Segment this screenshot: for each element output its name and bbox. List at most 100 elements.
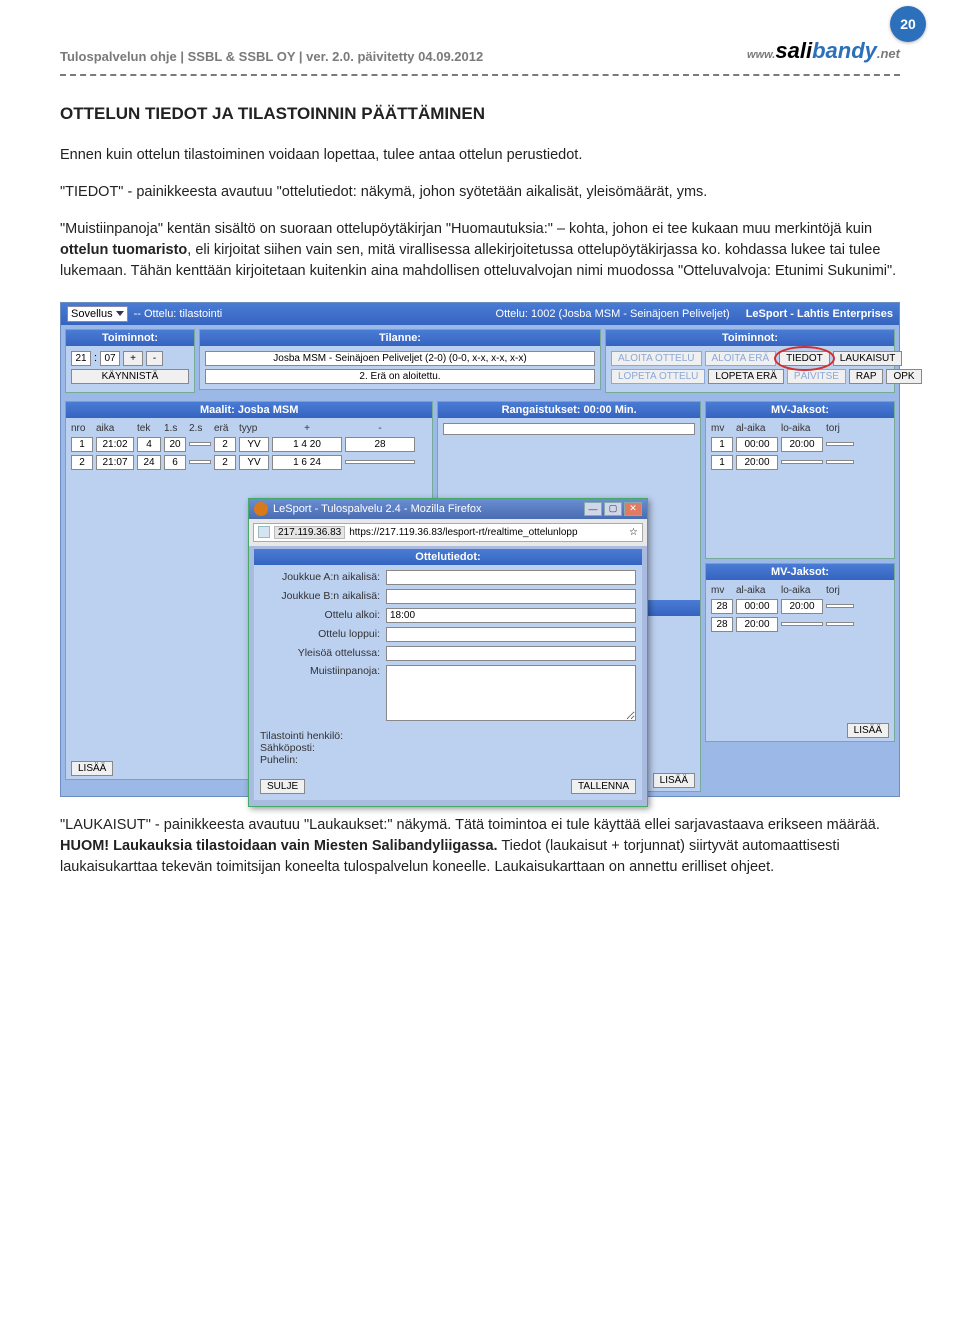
modal-urlbar[interactable]: 217.119.36.83 https://217.119.36.83/lesp…: [253, 523, 643, 542]
col-plus: +: [272, 423, 342, 434]
label-ottelu-loppui: Ottelu loppui:: [260, 628, 380, 640]
close-button[interactable]: ✕: [624, 502, 642, 516]
time-hours[interactable]: 21: [71, 351, 91, 366]
cell[interactable]: 28: [711, 599, 733, 614]
para3-bold: ottelun tuomaristo: [60, 242, 187, 258]
cell[interactable]: 1: [711, 455, 733, 470]
col-al: al-aika: [736, 423, 778, 434]
modal-close-button[interactable]: SULJE: [260, 779, 305, 794]
panel-tilanne: Tilanne: Josba MSM - Seinäjoen Pelivelje…: [199, 329, 601, 390]
cell[interactable]: [189, 442, 211, 446]
cell[interactable]: 21:07: [96, 455, 134, 470]
header-separator: [60, 74, 900, 76]
aloita-era-button[interactable]: ALOITA ERÄ: [705, 351, 777, 366]
start-button[interactable]: KÄYNNISTÄ: [71, 369, 189, 384]
lisaa-mv-button[interactable]: LISÄÄ: [847, 723, 889, 738]
col-minus: -: [345, 423, 415, 434]
para3-a: "Muistiinpanoja" kentän sisältö on suora…: [60, 221, 872, 237]
cell[interactable]: 2: [214, 455, 236, 470]
cell[interactable]: 2: [214, 437, 236, 452]
logo: www.salibandy.net: [747, 38, 900, 64]
app-screenshot: Sovellus -- Ottelu: tilastointi Ottelu: …: [0, 298, 960, 815]
time-minutes[interactable]: 07: [100, 351, 120, 366]
cell[interactable]: 28: [711, 617, 733, 632]
label-tilastointi-henkilo: Tilastointi henkilö:: [260, 730, 636, 742]
panel-head-mv: MV-Jaksot:: [706, 402, 894, 418]
lisaa-maalit-button[interactable]: LISÄÄ: [71, 761, 113, 776]
lopeta-era-button[interactable]: LOPETA ERÄ: [708, 369, 784, 384]
panel-head-tilanne: Tilanne:: [200, 330, 600, 346]
cell[interactable]: 20: [164, 437, 186, 452]
label-yleisoa: Yleisöä ottelussa:: [260, 647, 380, 659]
maalit-row: 1 21:02 4 20 2 YV 1 4 20 28: [71, 437, 427, 452]
col-nro: nro: [71, 423, 93, 434]
lisaa-rang-button[interactable]: LISÄÄ: [653, 773, 695, 788]
cell[interactable]: 6: [164, 455, 186, 470]
cell[interactable]: 20:00: [736, 617, 778, 632]
cell[interactable]: 20:00: [781, 599, 823, 614]
cell[interactable]: [345, 460, 415, 464]
cell[interactable]: 24: [137, 455, 161, 470]
cell[interactable]: 00:00: [736, 437, 778, 452]
minimize-button[interactable]: —: [584, 502, 602, 516]
col-2s: 2.s: [189, 423, 211, 434]
laukaisut-button[interactable]: LAUKAISUT: [833, 351, 903, 366]
cell[interactable]: 28: [345, 437, 415, 452]
cell[interactable]: 20:00: [781, 437, 823, 452]
lopeta-ottelu-button[interactable]: LOPETA OTTELU: [611, 369, 705, 384]
cell[interactable]: 1: [711, 437, 733, 452]
time-plus-button[interactable]: +: [123, 351, 143, 366]
input-ottelu-loppui[interactable]: [386, 627, 636, 642]
modal-titlebar[interactable]: LeSport - Tulospalvelu 2.4 - Mozilla Fir…: [249, 499, 647, 519]
input-aikalisa-b[interactable]: [386, 589, 636, 604]
ottelu-info: Ottelu: 1002 (Josba MSM - Seinäjoen Peli…: [496, 308, 730, 320]
mv-row: 1 20:00: [711, 455, 889, 470]
panel-head-mv2: MV-Jaksot:: [706, 564, 894, 580]
col-lo: lo-aika: [781, 423, 823, 434]
cell[interactable]: [826, 460, 854, 464]
cell[interactable]: 1 6 24: [272, 455, 342, 470]
ottelu-dropdown-label: -- Ottelu: tilastointi: [134, 308, 223, 320]
chevron-down-icon: [116, 311, 124, 316]
label-aikalisa-b: Joukkue B:n aikalisä:: [260, 590, 380, 602]
input-aikalisa-a[interactable]: [386, 570, 636, 585]
sovellus-dropdown[interactable]: Sovellus: [67, 306, 128, 322]
input-yleisoa[interactable]: [386, 646, 636, 661]
col-mv: mv: [711, 585, 733, 596]
input-ottelu-alkoi[interactable]: [386, 608, 636, 623]
cell[interactable]: [189, 460, 211, 464]
star-icon[interactable]: ☆: [629, 527, 638, 538]
aloita-ottelu-button[interactable]: ALOITA OTTELU: [611, 351, 702, 366]
cell[interactable]: [781, 622, 823, 626]
maximize-button[interactable]: ▢: [604, 502, 622, 516]
rap-button[interactable]: RAP: [849, 369, 884, 384]
paivitse-button[interactable]: PÄIVITSE: [787, 369, 846, 384]
modal-save-button[interactable]: TALLENNA: [571, 779, 636, 794]
cell[interactable]: 1 4 20: [272, 437, 342, 452]
time-minus-button[interactable]: -: [146, 351, 163, 366]
opk-button[interactable]: OPK: [886, 369, 921, 384]
cell[interactable]: 2: [71, 455, 93, 470]
app-toolbar: Sovellus -- Ottelu: tilastointi Ottelu: …: [61, 303, 899, 325]
paragraph-2: "TIEDOT" - painikkeesta avautuu "ottelut…: [60, 182, 900, 203]
cell[interactable]: [781, 460, 823, 464]
cell[interactable]: 20:00: [736, 455, 778, 470]
match-summary: Josba MSM - Seinäjoen Peliveljet (2-0) (…: [205, 351, 595, 366]
cell[interactable]: [826, 442, 854, 446]
cell[interactable]: 4: [137, 437, 161, 452]
cell[interactable]: 21:02: [96, 437, 134, 452]
cell[interactable]: [826, 622, 854, 626]
cell[interactable]: 00:00: [736, 599, 778, 614]
cell[interactable]: YV: [239, 437, 269, 452]
firefox-icon: [254, 502, 268, 516]
cell[interactable]: [826, 604, 854, 608]
panel-head-actions: Toiminnot:: [606, 330, 894, 346]
cell[interactable]: 1: [71, 437, 93, 452]
para4-a: "LAUKAISUT" - painikkeesta avautuu "Lauk…: [60, 817, 880, 833]
logo-prefix: www.: [747, 49, 775, 61]
cell[interactable]: YV: [239, 455, 269, 470]
panel-head-rang: Rangaistukset: 00:00 Min.: [438, 402, 700, 418]
input-muistiinpanoja[interactable]: [386, 665, 636, 721]
section-heading: OTTELUN TIEDOT JA TILASTOINNIN PÄÄTTÄMIN…: [60, 102, 900, 127]
tiedot-button[interactable]: TIEDOT: [779, 351, 830, 366]
